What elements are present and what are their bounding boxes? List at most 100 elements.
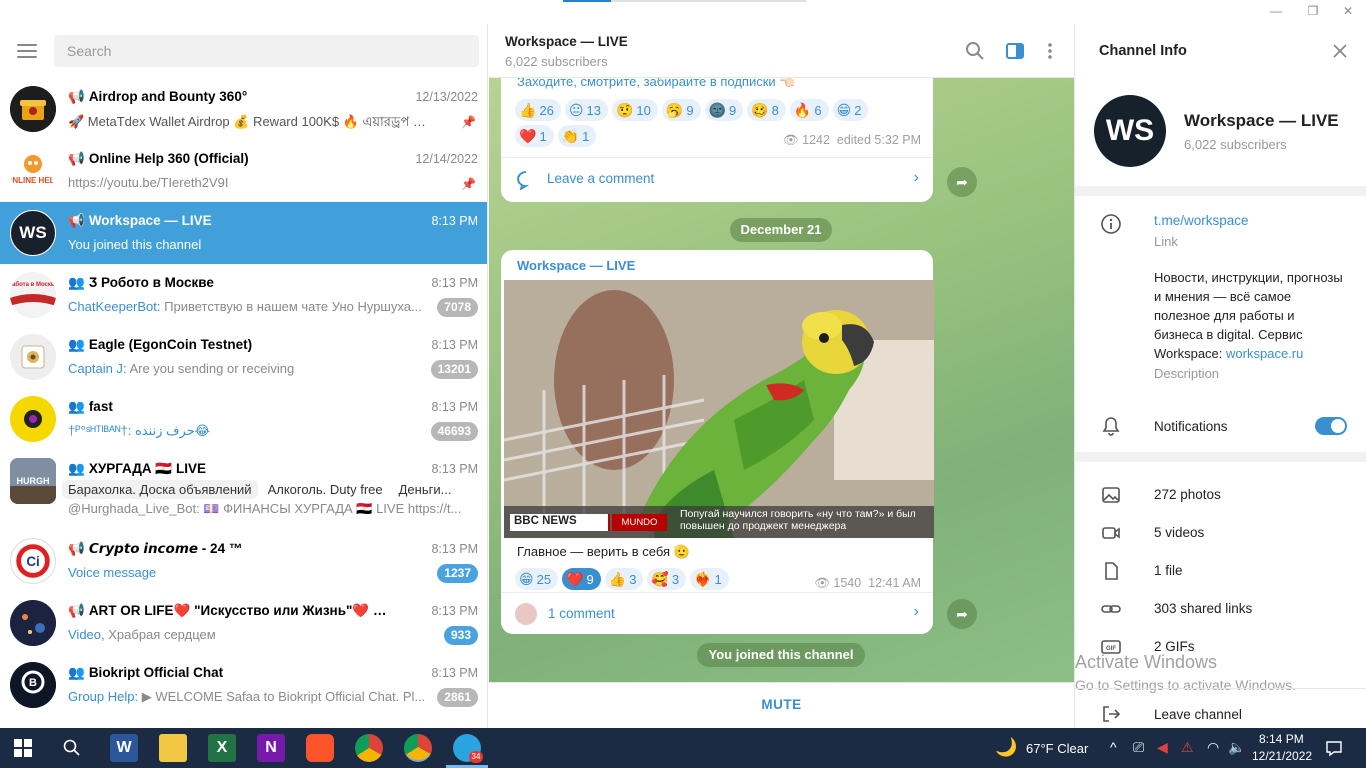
more-options-icon[interactable]: [1040, 41, 1060, 61]
brave-browser-icon[interactable]: [306, 734, 334, 762]
message-photo[interactable]: BBC NEWS MUNDO Попугай научился говорить…: [504, 280, 934, 538]
chat-preview: Group Help: ▶ WELCOME Safaa to Biokript …: [68, 689, 426, 704]
notifications-label: Notifications: [1154, 419, 1228, 434]
chat-time: 8:13 PM: [431, 338, 478, 352]
wifi-icon[interactable]: ◠: [1207, 739, 1219, 756]
chat-preview: Voice message: [68, 565, 157, 580]
section-separator: [1075, 452, 1366, 462]
group-icon: 👥: [68, 461, 85, 476]
svg-text:Работа в Москве: Работа в Москве: [10, 281, 56, 288]
topic-tag[interactable]: Алкоголь. Duty free: [262, 480, 389, 499]
mute-button[interactable]: MUTE: [489, 697, 1074, 712]
search-input[interactable]: Search: [54, 35, 479, 67]
reaction-chip[interactable]: 🌚 9: [704, 99, 744, 121]
excel-icon[interactable]: X: [208, 734, 236, 762]
reaction-chip[interactable]: 🤨 10: [611, 99, 658, 121]
chrome-icon[interactable]: [404, 734, 432, 762]
clock-date[interactable]: 12/21/2022: [1252, 749, 1312, 763]
clock-time[interactable]: 8:14 PM: [1259, 732, 1304, 746]
reaction-chip[interactable]: 👍 3: [604, 568, 644, 590]
reaction-chip[interactable]: 🥰 3: [647, 568, 687, 590]
chat-time: 8:13 PM: [431, 666, 478, 680]
reaction-chip[interactable]: 👏 1: [557, 125, 597, 147]
group-icon: 👥: [68, 275, 85, 290]
close-window-button[interactable]: ✕: [1333, 4, 1363, 20]
word-icon[interactable]: W: [110, 734, 138, 762]
leave-comment-button[interactable]: Leave a comment ›: [501, 158, 933, 202]
chevron-right-icon: ›: [913, 169, 919, 186]
windows-start-icon[interactable]: [14, 739, 32, 757]
warning-icon[interactable]: ⚠: [1181, 739, 1194, 756]
avatar: [10, 86, 56, 132]
share-button[interactable]: ➦: [947, 167, 977, 197]
file-explorer-icon[interactable]: [159, 734, 187, 762]
message-meta: 👁 1540 12:41 AM: [814, 576, 921, 590]
meet-icon[interactable]: ⎚: [1133, 739, 1144, 756]
channel-link[interactable]: t.me/workspace: [1154, 213, 1249, 228]
weather-text[interactable]: 67°F Clear: [1026, 741, 1088, 756]
message-area[interactable]: Заходите, смотрите, забирайте в подписки…: [489, 78, 1074, 682]
unread-badge: 1237: [437, 564, 478, 583]
reaction-chip[interactable]: 🔥 6: [789, 99, 829, 121]
sidebar-toggle-icon[interactable]: [1005, 41, 1025, 61]
topic-tag[interactable]: Барахолка. Доска объявлений: [62, 480, 258, 499]
chat-list-panel: Search 📢 Airdrop and Bounty 360° 12/13/20…: [0, 24, 488, 728]
panel-title: Channel Info: [1099, 43, 1187, 59]
chrome-icon[interactable]: [355, 734, 383, 762]
maximize-button[interactable]: ❐: [1298, 4, 1328, 20]
chat-item-crypto-income[interactable]: Ci 📢 𝘾𝙧𝙮𝙥𝙩𝙤 𝙞𝙣𝙘𝙤𝙢𝙚 - 24 ™ 8:13 PM Voice m…: [0, 530, 487, 592]
weather-icon[interactable]: 🌙: [995, 737, 1017, 758]
reaction-chip[interactable]: 👍 26: [515, 99, 561, 121]
titlebar-accent: [563, 0, 611, 2]
reaction-chip[interactable]: 😁 2: [832, 99, 869, 121]
show-hidden-icons-icon[interactable]: ^: [1110, 739, 1117, 755]
chat-item-art-or-life[interactable]: 📢 ART OR LIFE❤️ "Искусство или Жизнь"❤️ ф…: [0, 592, 487, 654]
share-button[interactable]: ➦: [947, 599, 977, 629]
leave-icon: [1103, 706, 1121, 722]
service-message: You joined this channel: [697, 643, 865, 667]
svg-text:ONLINE HELP: ONLINE HELP: [10, 176, 56, 185]
chat-item-roboto[interactable]: Работа в Москве 👥 Ӡ Робото в Москве 8:13 …: [0, 264, 487, 326]
telegram-icon[interactable]: 34: [453, 734, 483, 763]
message-text: Главное — верить в себя 🫡: [517, 544, 690, 559]
minimize-button[interactable]: —: [1261, 4, 1291, 20]
reaction-chip[interactable]: 🥴 8: [747, 99, 786, 121]
chat-item-fast[interactable]: 👥 fast 8:13 PM †ᴾ°ˢᴴᵀᴵᴮᴬᴺ†: حرف زننده😂 46…: [0, 388, 487, 450]
chat-item-hurghada[interactable]: HURGH 👥 ХУРГАДА 🇪🇬 LIVE 8:13 PM Барахолка…: [0, 450, 487, 530]
taskbar-search-icon[interactable]: [63, 739, 81, 757]
reaction-chip[interactable]: 😁 25: [515, 568, 559, 590]
channel-subscribers: 6,022 subscribers: [1184, 137, 1287, 152]
topic-tag[interactable]: Деньги...: [393, 480, 458, 499]
reaction-chip[interactable]: 😐 13: [564, 99, 608, 121]
chat-item-online-help[interactable]: ONLINE HELP 📢Online Help 360 (Official) …: [0, 140, 487, 202]
chat-name: 📢 Workspace — LIVE: [68, 213, 212, 228]
svg-text:HURGH: HURGH: [17, 476, 50, 486]
description-link[interactable]: workspace.ru: [1226, 346, 1303, 361]
avatar: Работа в Москве: [10, 272, 56, 318]
chat-item-airdrop[interactable]: 📢 Airdrop and Bounty 360° 12/13/2022 🚀 Me…: [0, 78, 487, 140]
comments-button[interactable]: 1 comment ›: [501, 593, 933, 634]
reaction-chip[interactable]: 🥱 9: [661, 99, 701, 121]
chevron-right-icon: ›: [913, 603, 919, 620]
onenote-icon[interactable]: N: [257, 734, 285, 762]
reaction-chip[interactable]: ❤️ 1: [515, 125, 554, 147]
channel-avatar[interactable]: WS: [1094, 95, 1166, 167]
bbc-logo: BBC NEWS: [510, 514, 610, 531]
reaction-chip[interactable]: ❤️‍🔥 1: [690, 568, 729, 590]
chat-item-workspace[interactable]: WS 📢 Workspace — LIVE 8:13 PM You joined …: [0, 202, 487, 264]
speaker-muted-icon[interactable]: ◀: [1157, 739, 1168, 756]
chat-item-biokript[interactable]: B 👥 Biokript Official Chat 8:13 PM Group …: [0, 654, 487, 716]
reaction-chip-selected[interactable]: ❤️ 9: [562, 568, 601, 590]
link-icon: [1101, 605, 1121, 613]
chat-item-eagle[interactable]: 👥 Eagle (EgonCoin Testnet) 8:13 PM Captai…: [0, 326, 487, 388]
search-icon[interactable]: [965, 41, 985, 61]
hamburger-menu-icon[interactable]: [17, 44, 37, 58]
avatar: HURGH: [10, 458, 56, 504]
notifications-toggle[interactable]: [1315, 417, 1347, 435]
volume-icon[interactable]: 🔈: [1228, 739, 1245, 756]
unread-badge: 2861: [437, 688, 478, 707]
notifications-center-icon[interactable]: [1325, 739, 1343, 757]
conversation-header[interactable]: Workspace — LIVE 6,022 subscribers: [489, 24, 1074, 78]
close-icon[interactable]: [1331, 42, 1349, 60]
comment-icon: [517, 171, 530, 190]
